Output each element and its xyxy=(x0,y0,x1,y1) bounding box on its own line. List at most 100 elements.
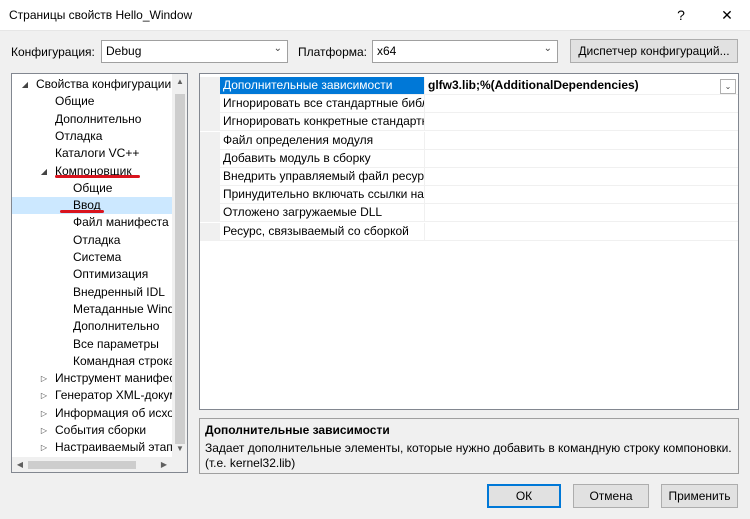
annotation-underline xyxy=(60,210,104,213)
property-row[interactable]: Файл определения модуля xyxy=(200,131,738,150)
property-row[interactable]: Дополнительные зависимости glfw3.lib;%(Ad… xyxy=(200,77,738,95)
tree-item-label: Инструмент манифеста xyxy=(55,371,172,386)
apply-button[interactable]: Применить xyxy=(661,484,738,508)
chevron-down-icon[interactable]: ⌄ xyxy=(720,79,736,94)
cancel-button[interactable]: Отмена xyxy=(573,484,649,508)
property-row[interactable]: Добавить модуль в сборку xyxy=(200,149,738,168)
property-name[interactable]: Внедрить управляемый файл ресурсов xyxy=(220,168,425,186)
property-name[interactable]: Файл определения модуля xyxy=(220,131,425,150)
property-row[interactable]: Внедрить управляемый файл ресурсов xyxy=(200,168,738,186)
row-gutter xyxy=(200,149,220,168)
annotation-underline xyxy=(55,175,140,178)
tree-item-label: Отладка xyxy=(55,128,103,143)
tree-item[interactable]: ◢ Свойства конфигурации xyxy=(12,76,172,93)
tree-item-label: Информация об исходном коде xyxy=(55,405,172,420)
property-value[interactable] xyxy=(425,132,738,150)
row-gutter xyxy=(200,95,220,114)
property-value[interactable] xyxy=(425,168,738,186)
property-row[interactable]: Принудительно включать ссылки на символы xyxy=(200,186,738,205)
scroll-right-icon[interactable]: ▶ xyxy=(156,457,172,472)
tree-item-label: Оптимизация xyxy=(73,267,149,282)
close-button[interactable]: ✕ xyxy=(704,0,750,31)
description-panel: Дополнительные зависимости Задает дополн… xyxy=(199,418,739,474)
tree-item[interactable]: ▷ Информация об исходном коде xyxy=(12,405,172,422)
property-name[interactable]: Игнорировать все стандартные библиотеки xyxy=(220,95,425,114)
property-name[interactable]: Ресурс, связываемый со сборкой xyxy=(220,222,425,241)
property-tree[interactable]: ◢ Свойства конфигурации Общие Дополнительно… xyxy=(11,73,188,473)
property-value[interactable] xyxy=(425,113,738,132)
property-row[interactable]: Игнорировать конкретные стандартные библ… xyxy=(200,113,738,132)
tree-item[interactable]: Оптимизация xyxy=(12,266,172,283)
row-gutter xyxy=(200,222,220,241)
tree-item[interactable]: Каталоги VC++ xyxy=(12,145,172,162)
tree-item[interactable]: ▷ Генератор XML-документов xyxy=(12,387,172,404)
collapse-arrow-icon[interactable]: ◢ xyxy=(20,76,30,93)
property-value[interactable]: glfw3.lib;%(AdditionalDependencies) xyxy=(425,77,738,95)
property-name[interactable]: Отложено загружаемые DLL xyxy=(220,204,425,223)
tree-item-label: Система xyxy=(73,250,122,264)
property-name[interactable]: Дополнительные зависимости xyxy=(220,77,425,95)
expand-arrow-icon[interactable]: ▷ xyxy=(39,439,49,456)
tree-item-label: Общие xyxy=(73,180,113,195)
tree-item[interactable]: Дополнительно xyxy=(12,318,172,335)
tree-item-label: Файл манифеста xyxy=(73,215,169,230)
tree-item-label: Дополнительно xyxy=(55,111,142,126)
tree-item[interactable]: Командная строка xyxy=(12,353,172,370)
scroll-left-icon[interactable]: ◀ xyxy=(12,457,28,472)
scrollbar-thumb[interactable] xyxy=(28,461,136,469)
tree-item[interactable]: Файл манифеста xyxy=(12,214,172,231)
scroll-up-icon[interactable]: ▲ xyxy=(172,74,187,90)
scrollbar-thumb[interactable] xyxy=(175,94,185,444)
tree-horizontal-scrollbar[interactable]: ◀ ▶ xyxy=(12,457,172,472)
platform-select[interactable]: x64 ⌄ xyxy=(372,40,558,63)
chevron-down-icon: ⌄ xyxy=(273,43,282,54)
configuration-select[interactable]: Debug ⌄ xyxy=(101,40,288,63)
tree-vertical-scrollbar[interactable]: ▲ ▼ xyxy=(172,74,187,457)
row-gutter xyxy=(200,186,220,205)
property-row[interactable]: Ресурс, связываемый со сборкой xyxy=(200,222,738,241)
scroll-down-icon[interactable]: ▼ xyxy=(172,441,187,457)
tree-item[interactable]: Общие xyxy=(12,93,172,110)
expand-arrow-icon[interactable]: ▷ xyxy=(39,387,49,404)
tree-item-label: Все параметры xyxy=(73,336,159,351)
tree-item-label: Метаданные Windows xyxy=(73,301,172,316)
configuration-manager-button[interactable]: Диспетчер конфигураций... xyxy=(570,39,738,63)
help-button[interactable]: ? xyxy=(658,0,704,31)
chevron-down-icon: ⌄ xyxy=(543,43,552,54)
window-title: Страницы свойств Hello_Window xyxy=(9,8,193,22)
property-row[interactable]: Игнорировать все стандартные библиотеки xyxy=(200,95,738,114)
tree-item[interactable]: ▷ Инструмент манифеста xyxy=(12,370,172,387)
tree-item[interactable]: Общие xyxy=(12,180,172,197)
tree-item[interactable]: Отладка xyxy=(12,128,172,145)
property-grid[interactable]: Дополнительные зависимости glfw3.lib;%(Ad… xyxy=(199,73,739,410)
platform-label: Платформа: xyxy=(298,45,368,59)
tree-item[interactable]: ▷ События сборки xyxy=(12,422,172,439)
tree-item[interactable]: Внедренный IDL xyxy=(12,284,172,301)
property-value[interactable] xyxy=(425,150,738,168)
tree-item[interactable]: Все параметры xyxy=(12,336,172,353)
tree-item[interactable]: Отладка xyxy=(12,232,172,249)
tree-item[interactable]: Система xyxy=(12,249,172,266)
ok-button[interactable]: ОК xyxy=(487,484,561,508)
row-gutter xyxy=(200,113,220,132)
property-value[interactable] xyxy=(425,223,738,241)
row-gutter xyxy=(200,131,220,150)
collapse-arrow-icon[interactable]: ◢ xyxy=(39,163,49,180)
property-name[interactable]: Принудительно включать ссылки на символы xyxy=(220,186,425,205)
tree-item-label: Генератор XML-документов xyxy=(55,388,172,403)
tree-item[interactable]: Метаданные Windows xyxy=(12,301,172,318)
expand-arrow-icon[interactable]: ▷ xyxy=(39,405,49,422)
property-name[interactable]: Добавить модуль в сборку xyxy=(220,149,425,168)
tree-item[interactable]: ▷ Настраиваемый этап сборки xyxy=(12,439,172,456)
expand-arrow-icon[interactable]: ▷ xyxy=(39,370,49,387)
tree-item-label: Каталоги VC++ xyxy=(55,146,140,161)
property-name[interactable]: Игнорировать конкретные стандартные библ… xyxy=(220,113,425,132)
property-value[interactable] xyxy=(425,95,738,114)
property-row[interactable]: Отложено загружаемые DLL xyxy=(200,204,738,223)
expand-arrow-icon[interactable]: ▷ xyxy=(39,422,49,439)
title-bar: Страницы свойств Hello_Window ? ✕ xyxy=(0,0,750,31)
property-value[interactable] xyxy=(425,204,738,223)
tree-item[interactable]: Дополнительно xyxy=(12,111,172,128)
tree-item-label: Общие xyxy=(55,94,95,109)
property-value[interactable] xyxy=(425,186,738,205)
